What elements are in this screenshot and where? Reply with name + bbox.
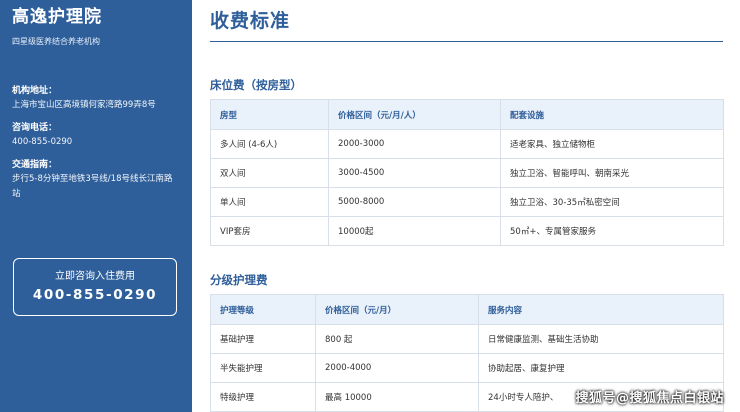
consult-button-phone: 400-855-0290	[32, 287, 158, 303]
address-block: 机构地址： 上海市宝山区高境镇何家湾路99弄8号	[12, 85, 180, 113]
care-level-cell: 半失能护理	[210, 353, 316, 383]
service-cell: 协助起居、康复护理	[478, 353, 724, 383]
column-header: 配套设施	[500, 99, 724, 130]
price-cell: 最高 10000	[315, 382, 479, 412]
transport-value: 步行5-8分钟至地铁3号线/18号线长江南路站	[12, 174, 173, 199]
brand-tagline: 四星级医养结合养老机构	[12, 37, 100, 46]
consult-button[interactable]: 立即咨询入住费用 400-855-0290	[13, 258, 177, 316]
watermark: 搜狐号@搜狐焦点白银站	[575, 391, 724, 406]
column-header: 护理等级	[210, 294, 316, 325]
room-type-cell: 双人间	[210, 158, 329, 188]
title-divider	[210, 41, 723, 42]
column-header: 房型	[210, 99, 329, 130]
page-title: 收费标准	[210, 10, 291, 32]
sidebar: 高逸护理院 四星级医养结合养老机构 机构地址： 上海市宝山区高境镇何家湾路99弄…	[0, 0, 192, 412]
facilities-cell: 适老家具、独立储物柜	[500, 129, 724, 159]
room-type-cell: 单人间	[210, 187, 329, 217]
room-type-cell: VIP套房	[210, 216, 329, 246]
care-fee-section-title: 分级护理费	[210, 273, 268, 287]
bed-fee-table: 房型 价格区间（元/月/人） 配套设施 多人间 (4-6人) 2000-3000…	[210, 99, 724, 246]
room-type-cell: 多人间 (4-6人)	[210, 129, 329, 159]
phone-block: 咨询电话： 400-855-0290	[12, 122, 180, 150]
price-cell: 10000起	[328, 216, 501, 246]
care-level-cell: 基础护理	[210, 324, 316, 354]
table-row: 单人间 5000-8000 独立卫浴、30-35㎡私密空间	[210, 187, 724, 217]
column-header: 价格区间（元/月）	[315, 294, 479, 325]
bed-fee-section-title: 床位费（按房型）	[210, 78, 302, 92]
main-content: 收费标准 床位费（按房型） 房型 价格区间（元/月/人） 配套设施 多人间 (4…	[210, 0, 724, 412]
phone-value[interactable]: 400-855-0290	[12, 135, 180, 150]
price-cell: 2000-3000	[328, 129, 501, 159]
facilities-cell: 独立卫浴、30-35㎡私密空间	[500, 187, 724, 217]
table-row: 半失能护理 2000-4000 协助起居、康复护理	[210, 353, 724, 383]
table-header-row: 房型 价格区间（元/月/人） 配套设施	[210, 99, 724, 130]
column-header: 价格区间（元/月/人）	[328, 99, 501, 130]
price-cell: 5000-8000	[328, 187, 501, 217]
price-cell: 800 起	[315, 324, 479, 354]
table-header-row: 护理等级 价格区间（元/月） 服务内容	[210, 294, 724, 325]
transport-block: 交通指南： 步行5-8分钟至地铁3号线/18号线长江南路站	[12, 159, 180, 202]
price-cell: 2000-4000	[315, 353, 479, 383]
table-row: 多人间 (4-6人) 2000-3000 适老家具、独立储物柜	[210, 129, 724, 159]
address-value: 上海市宝山区高境镇何家湾路99弄8号	[12, 100, 156, 110]
column-header: 服务内容	[478, 294, 724, 325]
brand-name: 高逸护理院	[12, 7, 102, 27]
consult-button-label: 立即咨询入住费用	[55, 271, 135, 282]
price-cell: 3000-4500	[328, 158, 501, 188]
service-cell: 日常健康监测、基础生活协助	[478, 324, 724, 354]
table-row: VIP套房 10000起 50㎡+、专属管家服务	[210, 216, 724, 246]
facilities-cell: 50㎡+、专属管家服务	[500, 216, 724, 246]
transport-label: 交通指南：	[12, 160, 58, 170]
table-row: 双人间 3000-4500 独立卫浴、智能呼叫、朝南采光	[210, 158, 724, 188]
facilities-cell: 独立卫浴、智能呼叫、朝南采光	[500, 158, 724, 188]
care-level-cell: 特级护理	[210, 382, 316, 412]
phone-label: 咨询电话：	[12, 123, 58, 133]
table-row: 基础护理 800 起 日常健康监测、基础生活协助	[210, 324, 724, 354]
address-label: 机构地址：	[12, 86, 58, 96]
contact-info: 机构地址： 上海市宝山区高境镇何家湾路99弄8号 咨询电话： 400-855-0…	[12, 85, 180, 202]
